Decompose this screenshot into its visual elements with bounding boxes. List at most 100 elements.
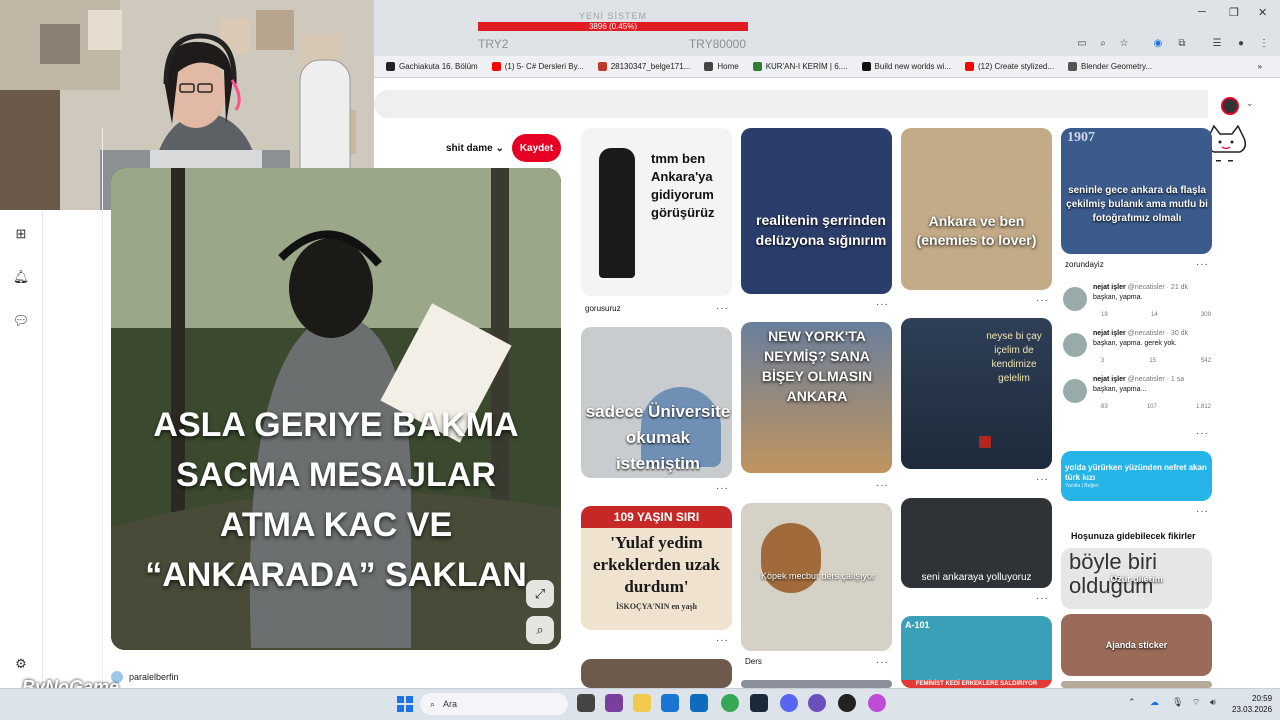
section-heading: Hoşunuza gidebilecek fikirler [1071,531,1196,541]
grid-pin[interactable]: A-101 FEMİNİST KEDİ ERKEKLERE SALDIRIYOR [901,616,1052,688]
reading-list-icon[interactable]: ☰ [1211,37,1223,49]
goal-progress-bar: 3896 (0.45%) [478,22,748,31]
tweet-handle: @necatisler · 30 dk [1127,330,1189,337]
grid-pin[interactable]: tmm ben Ankara'ya gidiyorum görüşürüz [581,128,732,296]
volume-icon[interactable]: 🔊︎ [1210,697,1216,708]
search-input[interactable] [374,90,1208,118]
more-icon[interactable]: ··· [716,483,729,494]
pin-title: Ders [745,657,762,666]
more-icon[interactable]: ··· [876,480,889,491]
task-view-icon[interactable] [577,694,595,712]
pin-image[interactable]: ASLA GERIYE BAKMA SACMA MESAJLAR ATMA KA… [111,168,561,650]
bookmark-item[interactable]: (1) 5- C# Dersleri By... [491,62,584,71]
close-icon[interactable]: ✕ [1258,6,1267,19]
idea-card[interactable]: böyle biri olduğum Özür dilerim [1061,548,1212,609]
chevron-up-icon[interactable]: ⌃ [1128,697,1136,708]
grid-pin-tweets[interactable]: nejat işler @necatisler · 21 dk başkan, … [1061,281,1212,421]
more-icon[interactable]: ··· [876,299,889,310]
outlook-icon[interactable] [690,694,708,712]
grid-pin[interactable]: realitenin şerrinden delüzyona sığınırım [741,128,892,294]
favicon-icon [1068,62,1078,71]
pin-subtext: İSKOÇYA'NIN en yaşlı [615,602,698,611]
bookmark-label: (12) Create stylized... [978,62,1055,71]
minimize-icon[interactable]: ─ [1198,6,1206,18]
pin-subtext: Yanıtla | Beğen [1065,483,1099,489]
restore-icon[interactable]: ❐ [1229,6,1239,19]
favicon-icon [861,62,871,71]
grid-pin[interactable]: yolda yürürken yüzünden nefret akan türk… [1061,451,1212,501]
wifi-icon[interactable]: ⌔ [1192,697,1200,708]
idea-card[interactable]: Ajanda sticker [1061,614,1212,676]
system-clock[interactable]: 20:59 23.03.2026 [1232,693,1272,715]
browser-icon[interactable] [868,694,886,712]
grid-pin[interactable]: neyse bi çay içelim de kendimize gelelim [901,318,1052,469]
obs-icon[interactable] [808,694,826,712]
cast-icon[interactable]: ▭ [1076,37,1088,49]
grid-pin[interactable]: sadece Üniversite okumak istemiştim [581,327,732,478]
cloud-icon[interactable]: ☁ [1150,697,1159,708]
app-icon[interactable] [838,694,856,712]
microphone-icon[interactable]: 🎙︎ [1172,697,1183,708]
more-icon[interactable]: ··· [1036,474,1049,485]
grid-pin[interactable]: 1907 seninle gece ankara da flaşla çekil… [1061,128,1212,254]
chrome-icon[interactable] [721,694,739,712]
grid-pin[interactable]: NEW YORK'TA NEYMİŞ? SANA BİŞEY OLMASIN A… [741,322,892,473]
more-icon[interactable]: ··· [1036,295,1049,306]
bookmark-item[interactable]: KUR'AN-I KERİM | 6.... [752,62,848,71]
puzzle-icon[interactable]: ⧉ [1176,37,1188,49]
bookmark-label: Blender Geometry... [1081,62,1153,71]
gear-icon[interactable]: ⚙ [13,656,29,672]
search-placeholder: Ara [443,699,458,709]
pin-author[interactable]: paralelberfin [111,671,179,683]
overlay-line: SACMA MESAJLAR [176,456,496,494]
discord-icon[interactable] [780,694,798,712]
bookmark-label: KUR'AN-I KERİM | 6.... [765,62,848,71]
messages-icon[interactable]: 💬︎ [13,313,30,329]
more-icon[interactable]: ··· [1196,506,1209,517]
star-icon[interactable]: ☆ [1118,37,1130,49]
grid-pin[interactable]: 109 YAŞIN SIRI 'Yulaf yedim erkeklerden … [581,506,732,630]
grid-pin[interactable]: Köpek mecbur ders çalışıyor [741,503,892,651]
more-icon[interactable]: ··· [1036,593,1049,604]
overlay-line: ASLA GERIYE BAKMA [153,406,519,444]
expand-icon[interactable]: ⤢ [526,580,554,608]
more-icon[interactable]: ··· [716,303,729,314]
bookmark-item[interactable]: Home [704,62,739,71]
grid-pin[interactable]: seni ankaraya yolluyoruz [901,498,1052,588]
bookmark-item[interactable]: (12) Create stylized... [965,62,1054,71]
bookmark-item[interactable]: 28130347_belge171... [597,62,690,71]
chevron-right-icon[interactable]: » [1258,62,1262,71]
save-button[interactable]: Kaydet [512,134,561,162]
file-explorer-icon[interactable] [633,694,651,712]
zoom-icon[interactable]: ⌕ [1097,37,1109,49]
idea-card[interactable] [1061,681,1212,688]
visual-search-icon[interactable]: ⌕ [526,616,554,644]
store-icon[interactable] [661,694,679,712]
more-icon[interactable]: ··· [1196,428,1209,439]
windows-start-icon[interactable] [396,695,414,713]
taskbar-search[interactable]: ⌕ Ara [420,693,568,715]
kebab-menu-icon[interactable]: ⋮ [1258,37,1270,49]
extension-icon[interactable]: ◉ [1152,37,1164,49]
retweet-count: 15 [1149,358,1156,364]
more-icon[interactable]: ··· [1196,259,1209,270]
grid-pin[interactable]: Ankara ve ben (enemies to lover) [901,128,1052,290]
clock-date: 23.03.2026 [1232,705,1273,714]
more-icon[interactable]: ··· [716,635,729,646]
profile-icon[interactable]: ● [1235,37,1247,49]
overlay-line: ATMA KAC VE [219,506,453,544]
grid-pin[interactable] [581,659,732,688]
create-plus-icon[interactable]: ⊞ [13,226,29,242]
bookmark-item[interactable]: Gachiakuta 16. Bölüm [386,62,478,71]
board-select[interactable]: shit dame ⌄ [446,143,504,154]
bookmark-item[interactable]: Build new worlds wi... [861,62,951,71]
search-icon: ⌕ [430,698,436,709]
app-icon[interactable] [605,694,623,712]
bookmark-item[interactable]: Blender Geometry... [1068,62,1152,71]
more-icon[interactable]: ··· [876,657,889,668]
bell-icon[interactable]: 🔔︎ [13,269,30,285]
avatar [1063,333,1087,357]
steam-icon[interactable] [750,694,768,712]
grid-pin[interactable] [741,680,892,688]
youtube-icon [491,62,501,71]
